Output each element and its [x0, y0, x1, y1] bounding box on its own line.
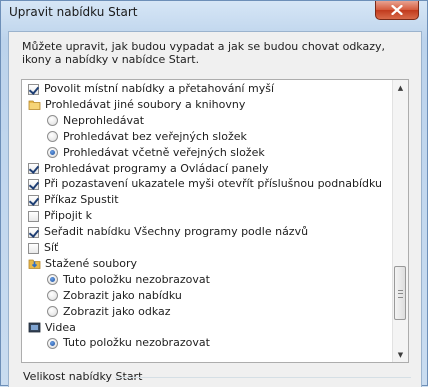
radio-selected[interactable]	[47, 274, 58, 286]
checkbox-unchecked[interactable]	[28, 242, 39, 254]
option-label: Připojit k	[44, 209, 93, 223]
scroll-up-arrow[interactable]: ▲	[393, 80, 408, 95]
checkbox-unchecked[interactable]	[28, 210, 39, 222]
checkbox-option[interactable]: Povolit místní nabídky a přetahování myš…	[28, 82, 274, 96]
radio-option[interactable]: Zobrazit jako odkaz	[47, 305, 171, 319]
radio-option[interactable]: Prohledávat včetně veřejných složek	[47, 146, 265, 160]
radio-unselected[interactable]	[47, 306, 58, 318]
option-label: Prohledávat včetně veřejných složek	[63, 145, 265, 159]
dialog-window: Upravit nabídku Start Můžete upravit, ja…	[0, 0, 428, 387]
option-label: Příkaz Spustit	[44, 193, 119, 207]
radio-selected[interactable]	[47, 337, 58, 349]
close-icon	[391, 5, 403, 15]
option-label: Zobrazit jako nabídku	[63, 288, 182, 302]
option-label: Při pozastavení ukazatele myši otevřít p…	[44, 177, 383, 191]
option-label: Neprohledávat	[63, 113, 145, 127]
checkbox-checked[interactable]	[28, 163, 39, 174]
option-label: Videa	[45, 320, 76, 334]
radio-selected[interactable]	[47, 147, 58, 159]
checkbox-checked[interactable]	[28, 226, 39, 238]
group-header: Videa	[28, 321, 76, 335]
checkbox-option[interactable]: Příkaz Spustit	[28, 193, 119, 207]
checkbox-option[interactable]: Seřadit nabídku Všechny programy podle n…	[28, 225, 308, 239]
dialog-client-area: Můžete upravit, jak budou vypadat a jak …	[8, 31, 422, 387]
checkbox-option[interactable]: Při pozastavení ukazatele myši otevřít p…	[28, 177, 382, 191]
scroll-down-arrow[interactable]: ▼	[393, 347, 408, 362]
option-label: Prohledávat programy a Ovládací panely	[44, 161, 269, 175]
checkbox-option[interactable]: Síť	[28, 241, 58, 255]
description-text: Můžete upravit, jak budou vypadat a jak …	[22, 40, 385, 66]
option-label: Prohledávat bez veřejných složek	[63, 129, 247, 143]
checkbox-checked[interactable]	[28, 83, 39, 95]
option-label: Seřadit nabídku Všechny programy podle n…	[44, 225, 309, 239]
option-label: Síť	[44, 241, 59, 254]
close-button[interactable]	[375, 1, 419, 20]
radio-option[interactable]: Prohledávat bez veřejných složek	[47, 130, 247, 144]
checkbox-option[interactable]: Připojit k	[28, 209, 92, 223]
radio-option[interactable]: Tuto položku nezobrazovat	[47, 336, 210, 350]
group-header: Prohledávat jiné soubory a knihovny	[28, 98, 245, 112]
option-label: Povolit místní nabídky a přetahování myš…	[44, 82, 275, 95]
group-box-divider	[115, 377, 411, 378]
radio-unselected[interactable]	[47, 115, 58, 127]
scrollbar-thumb[interactable]	[394, 266, 406, 320]
group-header: Stažené soubory	[28, 257, 137, 271]
option-label: Zobrazit jako odkaz	[63, 304, 171, 318]
window-title: Upravit nabídku Start	[9, 5, 138, 19]
option-label: Tuto položku nezobrazovat	[63, 336, 210, 350]
checkbox-checked[interactable]	[28, 194, 39, 206]
videos-icon	[28, 321, 41, 334]
options-list[interactable]: Tuto položku nezobrazovat Videa Zobrazit j…	[21, 79, 409, 363]
checkbox-checked[interactable]	[28, 178, 39, 190]
radio-option[interactable]: Zobrazit jako nabídku	[47, 289, 182, 303]
radio-unselected[interactable]	[47, 131, 58, 143]
grip-icon	[398, 290, 403, 298]
checkbox-option[interactable]: Prohledávat programy a Ovládací panely	[28, 162, 269, 176]
option-label: Tuto položku nezobrazovat	[63, 272, 210, 286]
folder-icon	[28, 98, 41, 111]
downloads-folder-icon	[28, 257, 41, 270]
option-label: Stažené soubory	[45, 256, 137, 270]
option-label: Prohledávat jiné soubory a knihovny	[45, 97, 246, 111]
radio-unselected[interactable]	[47, 290, 58, 302]
radio-option[interactable]: Neprohledávat	[47, 114, 144, 128]
vertical-scrollbar[interactable]: ▲ ▼	[392, 80, 408, 362]
radio-option[interactable]: Tuto položku nezobrazovat	[47, 273, 210, 287]
